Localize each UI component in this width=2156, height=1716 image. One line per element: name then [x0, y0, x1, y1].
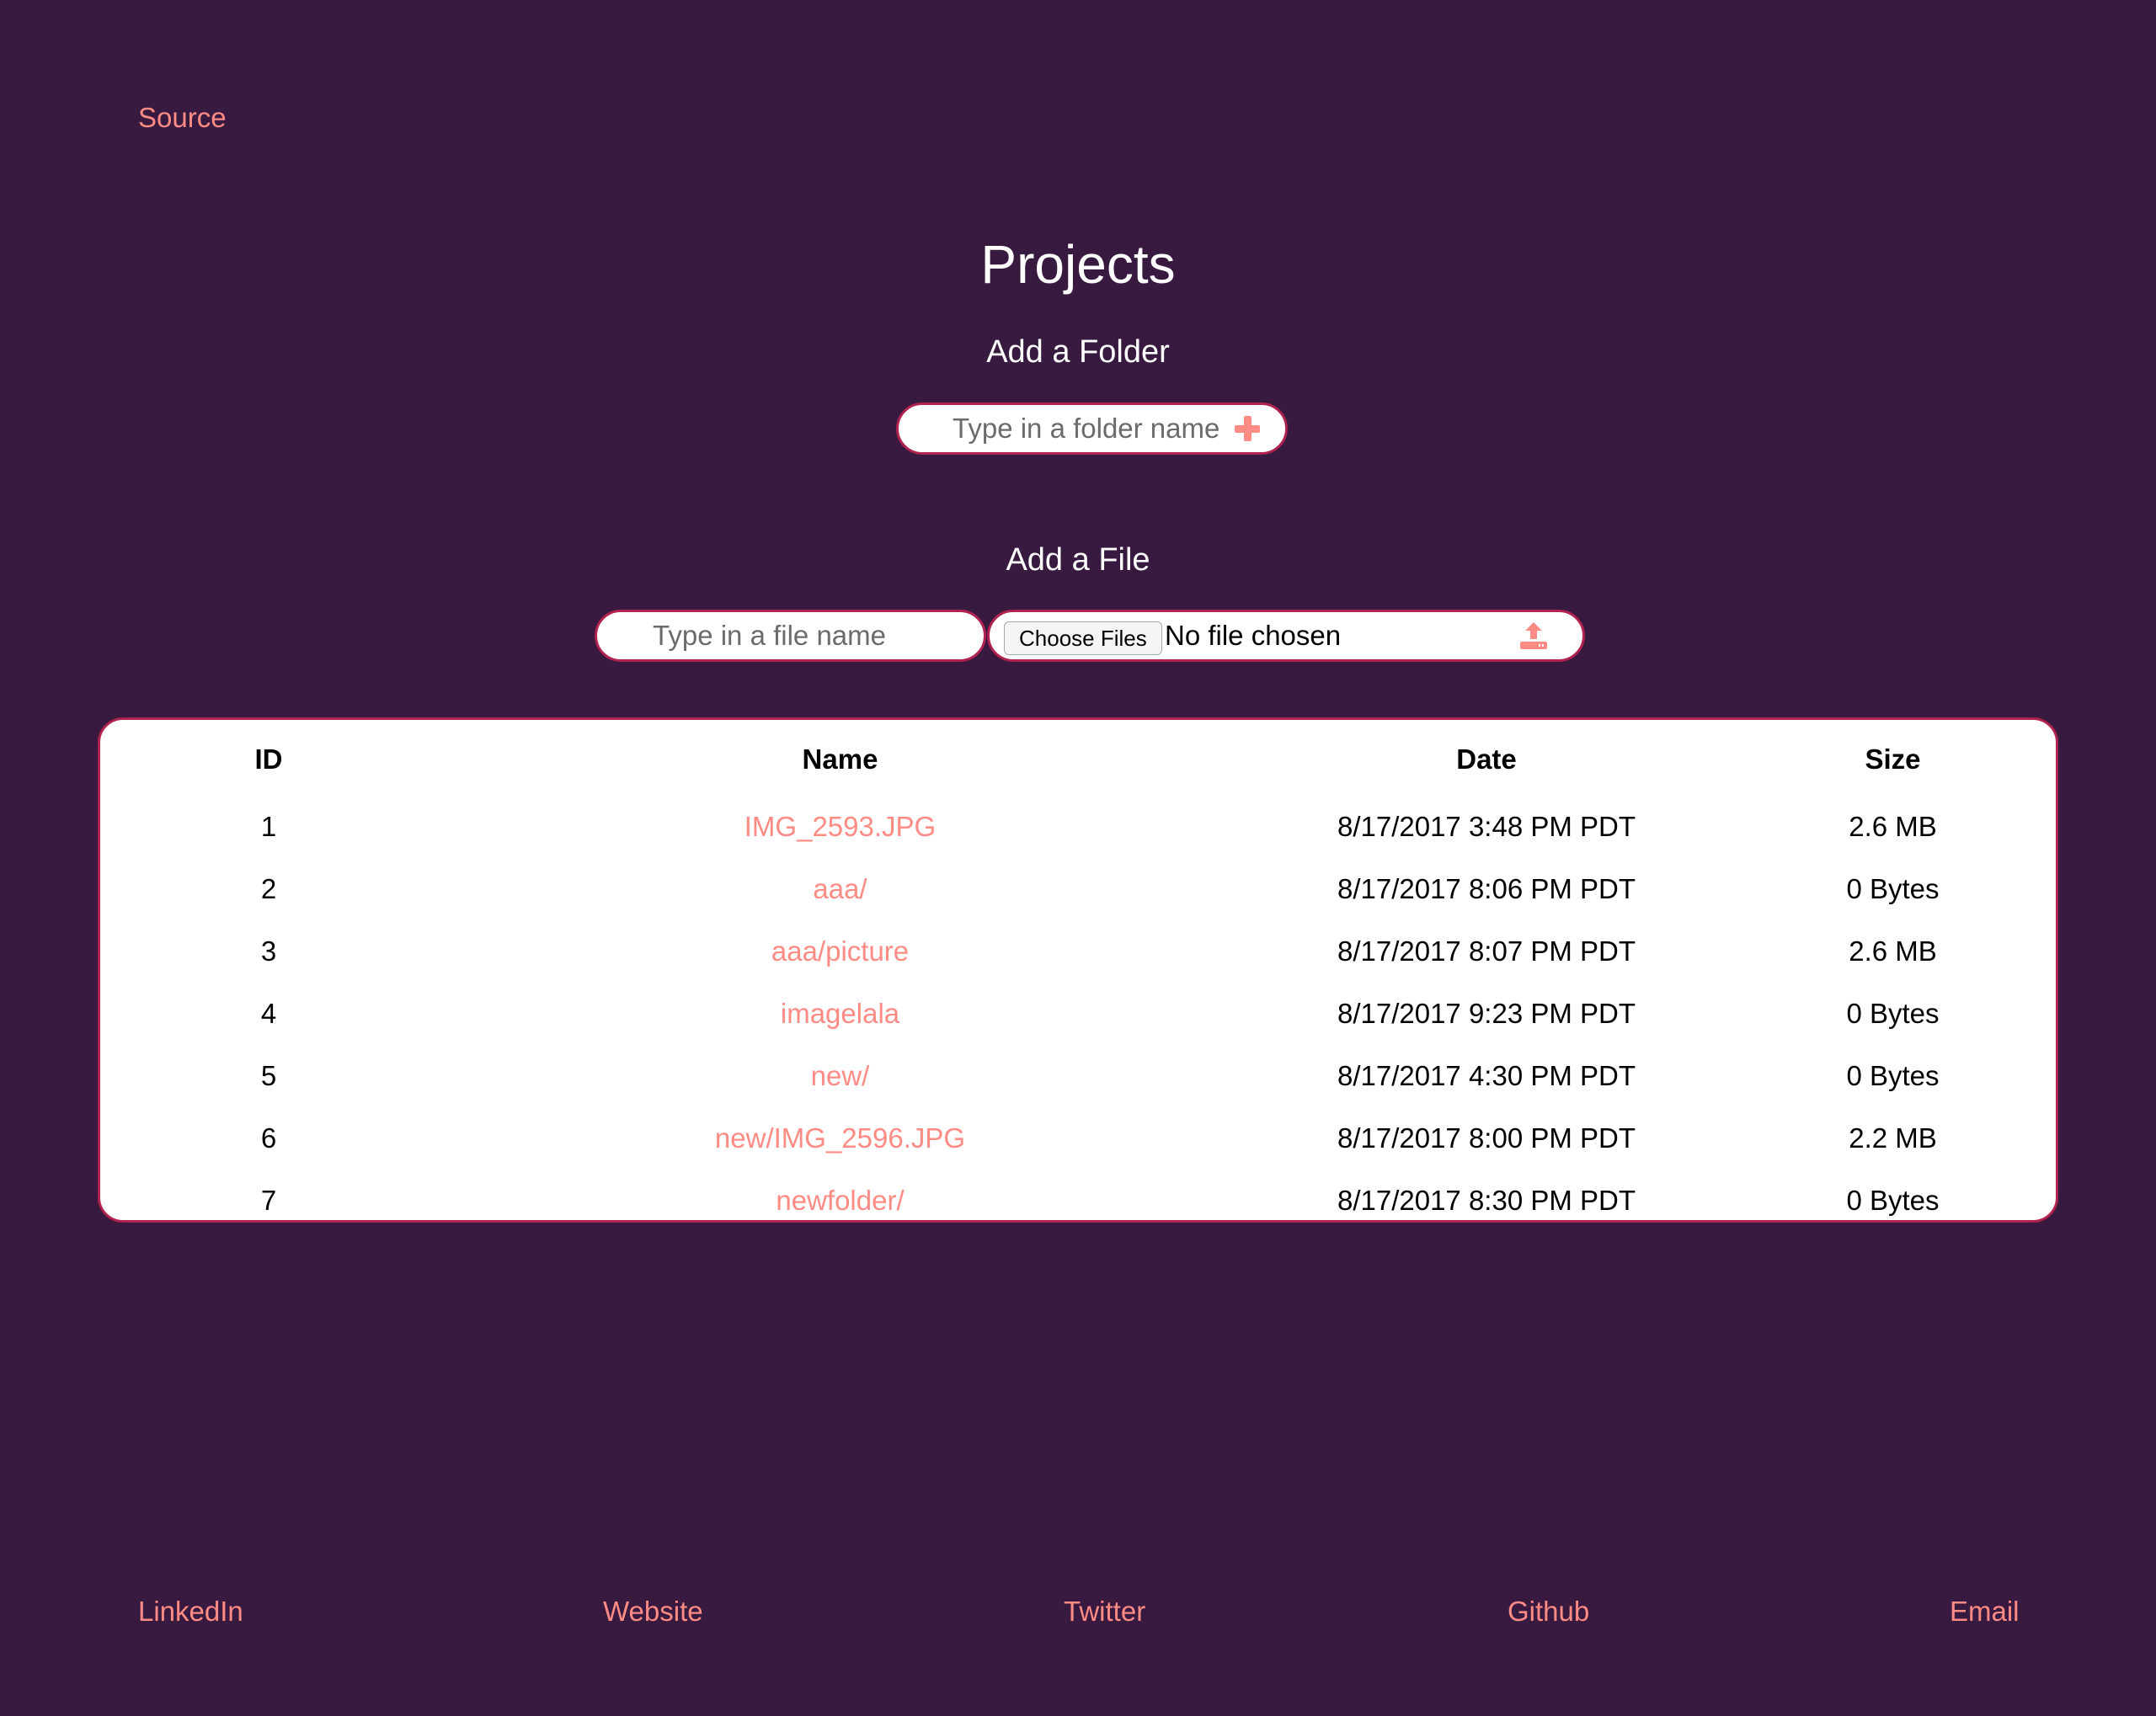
row-size: 0 Bytes: [1846, 873, 1940, 904]
source-link[interactable]: Source: [138, 99, 227, 136]
page-title: Projects: [980, 234, 1176, 295]
row-id: 4: [260, 998, 277, 1029]
header-size: Size: [1865, 743, 1921, 775]
table-row: 7 newfolder/ 8/17/2017 8:30 PM PDT 0 Byt…: [100, 1170, 2056, 1232]
row-size: 0 Bytes: [1846, 1185, 1940, 1216]
footer-linkedin-link[interactable]: LinkedIn: [138, 1593, 243, 1630]
row-date: 8/17/2017 9:23 PM PDT: [1337, 998, 1636, 1029]
row-id: 6: [260, 1122, 277, 1154]
add-folder-label: Add a Folder: [986, 334, 1170, 370]
file-name-link[interactable]: new/: [811, 1060, 870, 1091]
row-date: 8/17/2017 8:07 PM PDT: [1337, 935, 1636, 967]
header-name: Name: [802, 743, 878, 775]
row-size: 2.6 MB: [1849, 811, 1937, 842]
footer-twitter-link[interactable]: Twitter: [1064, 1593, 1145, 1630]
file-name-link[interactable]: newfolder/: [776, 1185, 904, 1216]
files-table-card: ID Name Date Size 1 IMG_2593.JPG 8/17/20…: [98, 717, 2058, 1223]
row-date: 8/17/2017 8:00 PM PDT: [1337, 1122, 1636, 1154]
row-id: 1: [260, 811, 277, 842]
file-status-text: No file chosen: [1165, 620, 1342, 651]
file-name-field: [595, 610, 986, 662]
table-row: 4 imagelala 8/17/2017 9:23 PM PDT 0 Byte…: [100, 983, 2056, 1045]
add-file-label: Add a File: [1006, 542, 1150, 578]
row-size: 2.6 MB: [1849, 935, 1937, 967]
choose-files-button[interactable]: Choose Files: [1004, 621, 1162, 655]
header-date: Date: [1456, 743, 1517, 775]
files-table: ID Name Date Size 1 IMG_2593.JPG 8/17/20…: [100, 720, 2056, 1232]
row-size: 0 Bytes: [1846, 1060, 1940, 1091]
table-row: 3 aaa/picture 8/17/2017 8:07 PM PDT 2.6 …: [100, 920, 2056, 983]
upload-icon[interactable]: [1518, 621, 1549, 651]
folder-name-input[interactable]: [953, 405, 1239, 452]
file-name-link[interactable]: IMG_2593.JPG: [744, 811, 936, 842]
row-date: 8/17/2017 8:30 PM PDT: [1337, 1185, 1636, 1216]
header-id: ID: [254, 743, 283, 775]
file-name-link[interactable]: imagelala: [781, 998, 899, 1029]
table-header-row: ID Name Date Size: [100, 720, 2056, 796]
footer-email-link[interactable]: Email: [1950, 1593, 2020, 1630]
file-name-link[interactable]: aaa/picture: [771, 935, 909, 967]
table-row: 2 aaa/ 8/17/2017 8:06 PM PDT 0 Bytes: [100, 858, 2056, 920]
row-date: 8/17/2017 4:30 PM PDT: [1337, 1060, 1636, 1091]
table-row: 6 new/IMG_2596.JPG 8/17/2017 8:00 PM PDT…: [100, 1107, 2056, 1170]
file-name-link[interactable]: new/IMG_2596.JPG: [715, 1122, 965, 1154]
file-name-link[interactable]: aaa/: [813, 873, 867, 904]
table-row: 1 IMG_2593.JPG 8/17/2017 3:48 PM PDT 2.6…: [100, 796, 2056, 858]
footer-github-link[interactable]: Github: [1508, 1593, 1589, 1630]
footer-website-link[interactable]: Website: [603, 1593, 703, 1630]
row-id: 5: [260, 1060, 277, 1091]
row-size: 0 Bytes: [1846, 998, 1940, 1029]
plus-icon[interactable]: [1235, 416, 1260, 441]
file-name-input[interactable]: [653, 612, 973, 659]
row-date: 8/17/2017 8:06 PM PDT: [1337, 873, 1636, 904]
file-upload-field: Choose Files No file chosen: [987, 610, 1585, 662]
row-id: 7: [260, 1185, 277, 1216]
row-id: 2: [260, 873, 277, 904]
table-row: 5 new/ 8/17/2017 4:30 PM PDT 0 Bytes: [100, 1045, 2056, 1107]
add-folder-form: [896, 402, 1288, 455]
row-id: 3: [260, 935, 277, 967]
row-date: 8/17/2017 3:48 PM PDT: [1337, 811, 1636, 842]
row-size: 2.2 MB: [1849, 1122, 1937, 1154]
